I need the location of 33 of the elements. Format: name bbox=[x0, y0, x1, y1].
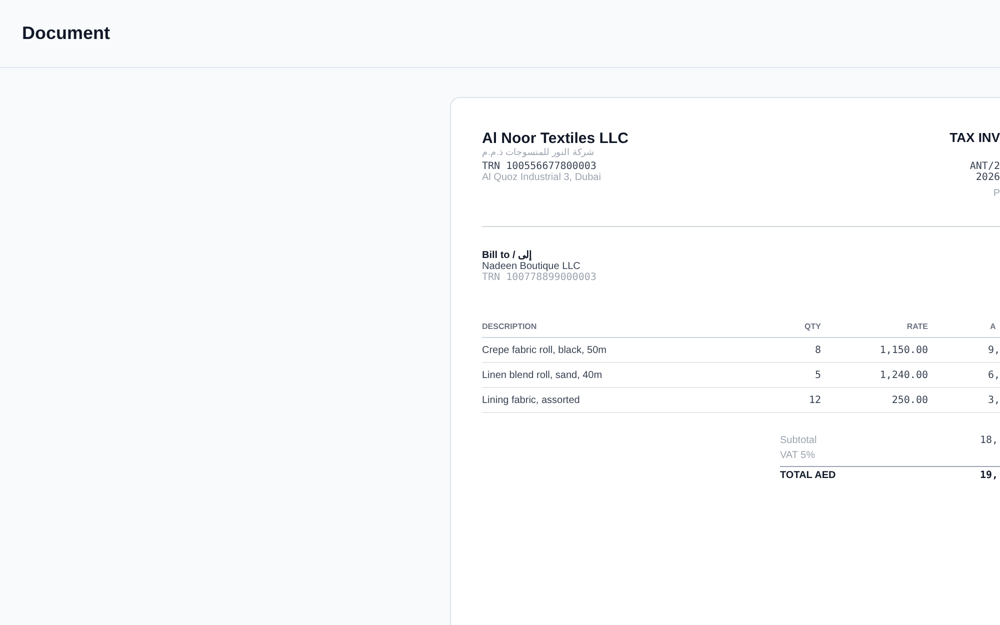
table-cell-text: 8 bbox=[814, 344, 821, 356]
column-header: DESCRIPTION bbox=[482, 322, 538, 330]
total-label: VAT 5% bbox=[780, 450, 816, 461]
table-cell-text: 3, bbox=[987, 394, 1000, 406]
company-name-arabic: شركة النور للمنسوجات ذ.م.م bbox=[482, 147, 595, 157]
column-header: A bbox=[989, 322, 997, 330]
trn-number: TRN 100556677800003 bbox=[482, 161, 598, 172]
table-cell-text: Lining fabric, assorted bbox=[482, 394, 581, 406]
table-cell-text: 9, bbox=[987, 344, 1000, 356]
company-address: Al Quoz Industrial 3, Dubai bbox=[482, 172, 602, 183]
customer-name: Nadeen Boutique LLC bbox=[482, 261, 582, 272]
page-title: Document bbox=[22, 23, 110, 44]
invoice-date: 2026 bbox=[976, 172, 1000, 183]
customer-trn: TRN 100778899000003 bbox=[482, 272, 598, 283]
table-cell-text: 6, bbox=[987, 370, 1000, 380]
bill-to-label: Bill to / إلى bbox=[482, 249, 534, 261]
total-value: 18, bbox=[980, 435, 1000, 446]
table-cell-text: 1,150.00 bbox=[878, 344, 928, 356]
column-header: QTY bbox=[804, 322, 821, 330]
table-cell-text: Crepe fabric roll, black, 50m bbox=[482, 344, 608, 356]
table-cell-text: Linen blend roll, sand, 40m bbox=[482, 370, 604, 380]
total-label: Subtotal bbox=[780, 435, 818, 446]
company-name: Al Noor Textiles LLC bbox=[482, 130, 628, 147]
table-cell-text: 1,240.00 bbox=[878, 370, 928, 380]
column-header: RATE bbox=[906, 322, 928, 330]
invoice-status: P bbox=[993, 188, 1000, 199]
table-cell-text: 5 bbox=[814, 370, 821, 380]
total-value: 19, bbox=[980, 470, 1000, 481]
table-cell-text: 250.00 bbox=[890, 394, 928, 406]
invoice-number: ANT/2 bbox=[970, 161, 1000, 172]
table-cell-text: 12 bbox=[808, 394, 821, 406]
document-title: TAX INV bbox=[950, 130, 1000, 145]
total-label: TOTAL AED bbox=[780, 470, 837, 481]
